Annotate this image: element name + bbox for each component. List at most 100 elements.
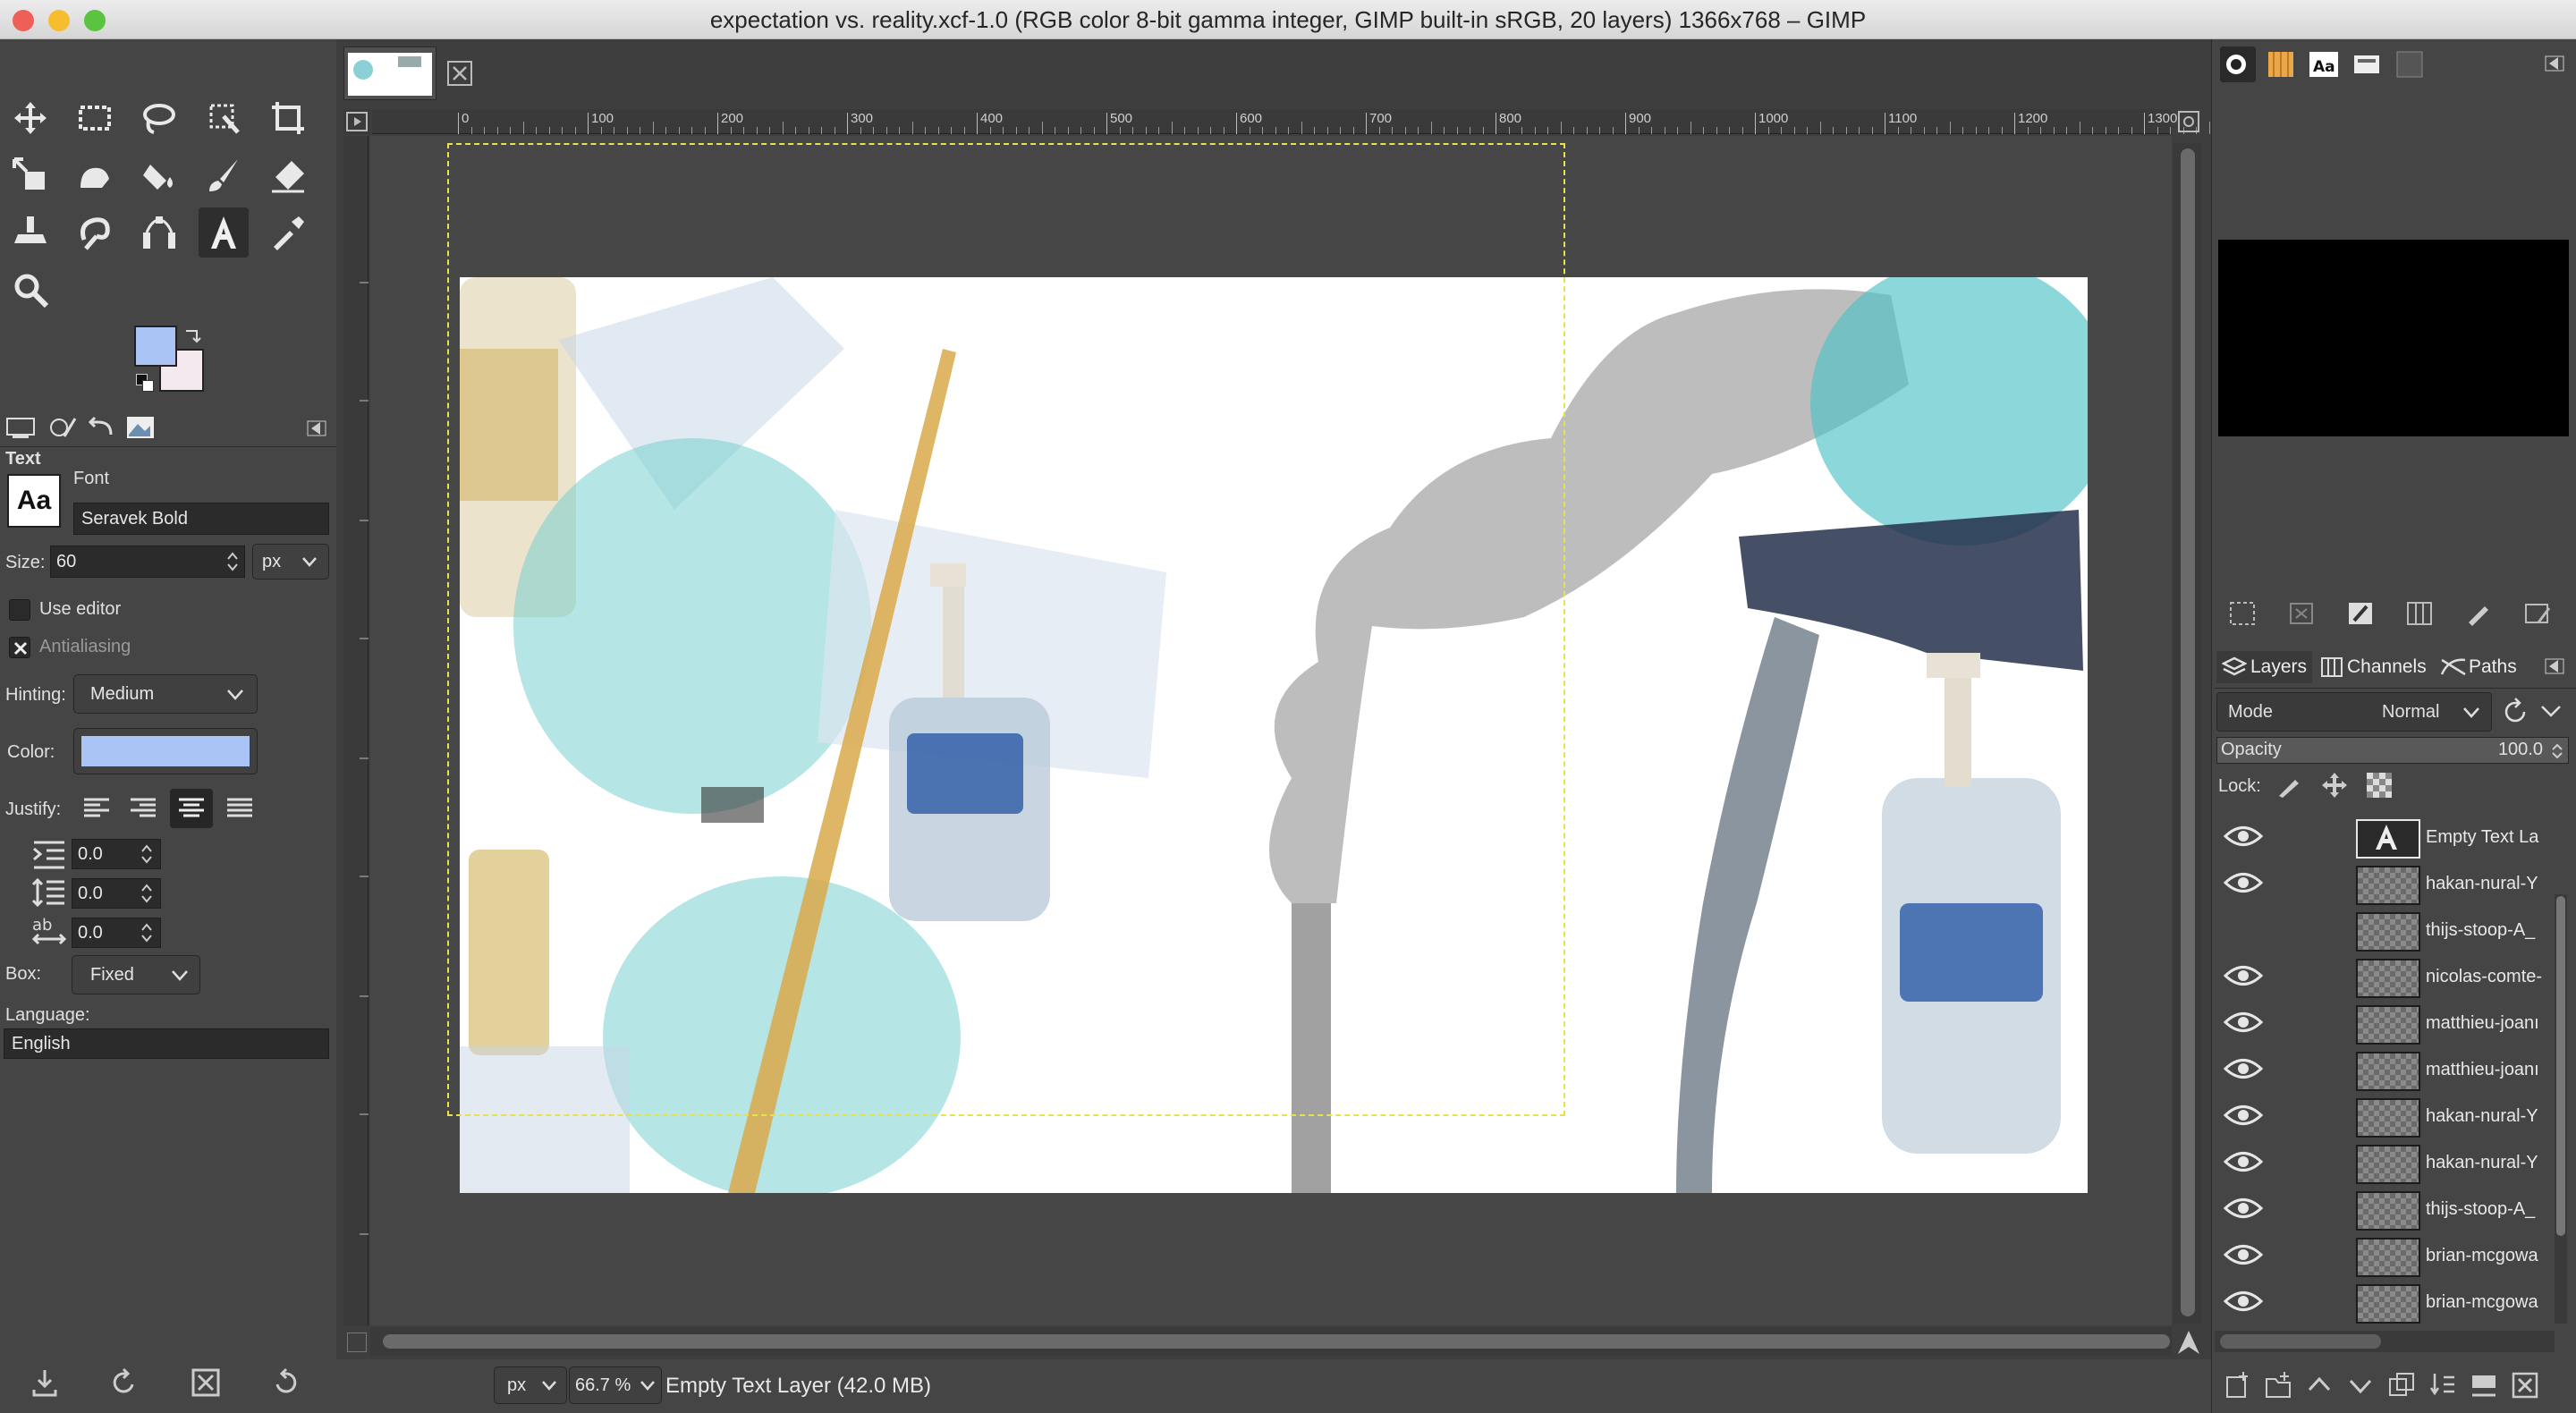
link-layer-toggle[interactable] — [2290, 1288, 2317, 1315]
layer-thumbnail[interactable] — [2356, 959, 2420, 998]
scale-icon[interactable] — [5, 150, 55, 200]
visibility-eye-icon[interactable] — [2223, 1009, 2264, 1040]
layer-thumbnail[interactable] — [2356, 912, 2420, 952]
new-layer-group-icon[interactable] — [2263, 1370, 2293, 1405]
layer-thumbnail[interactable] — [2356, 1005, 2420, 1045]
delete-layer-icon[interactable] — [2510, 1370, 2540, 1405]
layer-name[interactable]: hakan-nural-Y — [2426, 860, 2576, 907]
layer-row[interactable]: brian-mcgowa — [2215, 1232, 2576, 1279]
link-layer-toggle[interactable] — [2290, 916, 2317, 943]
layer-name[interactable]: brian-mcgowa — [2426, 1232, 2576, 1279]
new-layer-icon[interactable] — [2222, 1370, 2252, 1405]
indent-spin-icon[interactable] — [140, 842, 154, 871]
tab-layers[interactable]: Layers — [2216, 651, 2313, 683]
swap-colors-icon[interactable] — [182, 326, 202, 345]
zoom-dropdown[interactable]: 66.7 % — [569, 1366, 662, 1404]
quick-mask-icon[interactable] — [343, 109, 370, 134]
reset-options-icon[interactable] — [270, 1366, 302, 1403]
default-colors-icon[interactable] — [136, 374, 154, 392]
warp-icon[interactable] — [70, 150, 120, 200]
lock-alpha-icon[interactable] — [2365, 771, 2394, 804]
link-layer-toggle[interactable] — [2290, 1102, 2317, 1129]
zoom-icon[interactable] — [5, 265, 55, 315]
visibility-eye-icon[interactable] — [2223, 1288, 2264, 1319]
paint-brush-icon[interactable] — [2463, 599, 2494, 632]
color-picker-icon[interactable] — [263, 207, 313, 258]
patterns-tab-icon[interactable] — [2263, 47, 2299, 82]
lock-pixels-icon[interactable] — [2275, 771, 2304, 804]
layer-row[interactable]: Empty Text La — [2215, 814, 2576, 860]
layer-row[interactable]: thijs-stoop-A_ — [2215, 1186, 2576, 1232]
text-color-button[interactable] — [73, 728, 258, 774]
link-layer-toggle[interactable] — [2290, 1195, 2317, 1222]
document-history-tab-icon[interactable] — [2349, 47, 2385, 82]
foreground-color-swatch[interactable] — [134, 326, 177, 367]
raise-layer-icon[interactable] — [2304, 1370, 2334, 1405]
layer-name[interactable]: hakan-nural-Y — [2426, 1093, 2576, 1139]
vertical-ruler[interactable] — [343, 136, 369, 1325]
language-field[interactable]: English — [4, 1028, 329, 1059]
size-field[interactable]: 60 — [50, 546, 245, 578]
rect-select-icon[interactable] — [70, 93, 120, 143]
letter-spacing-spin-icon[interactable] — [140, 920, 154, 950]
fuzzy-select-icon[interactable] — [199, 93, 249, 143]
zoom-to-fit-icon[interactable] — [2175, 109, 2202, 134]
tab-channels[interactable]: Channels — [2315, 651, 2432, 683]
link-layer-toggle[interactable] — [2290, 1009, 2317, 1036]
configure-tab-icon[interactable] — [306, 420, 327, 436]
visibility-eye-icon[interactable] — [2223, 962, 2264, 994]
box-dropdown[interactable]: Fixed — [72, 955, 200, 994]
layer-row[interactable]: matthieu-joanı — [2215, 1046, 2576, 1093]
fonts-tab-icon[interactable]: Aa — [2306, 47, 2342, 82]
layers-scrollbar[interactable] — [2555, 894, 2567, 1324]
layer-name[interactable]: nicolas-comte- — [2426, 953, 2576, 1000]
configure-brushes-tab-icon[interactable] — [2544, 55, 2565, 76]
restore-options-icon[interactable] — [107, 1366, 140, 1403]
columns-icon[interactable] — [2404, 599, 2435, 632]
text-layer-boundary[interactable] — [447, 143, 1565, 1116]
smudge-icon[interactable] — [70, 207, 120, 258]
mode-reset-dropdown[interactable] — [2496, 694, 2569, 730]
selection-icon[interactable] — [2227, 599, 2258, 632]
hinting-dropdown[interactable]: Medium — [73, 674, 258, 714]
layer-name[interactable]: matthieu-joanı — [2426, 1000, 2576, 1046]
layer-thumbnail[interactable] — [2356, 1145, 2420, 1184]
visibility-eye-icon[interactable] — [2224, 916, 2263, 943]
vertical-scrollbar[interactable] — [2174, 143, 2202, 1324]
mode-dropdown[interactable]: Mode Normal — [2216, 692, 2492, 732]
use-editor-checkbox[interactable] — [9, 599, 30, 621]
layer-row[interactable]: hakan-nural-Y — [2215, 1093, 2576, 1139]
link-layer-toggle[interactable] — [2290, 823, 2317, 850]
layer-row[interactable]: nicolas-comte- — [2215, 953, 2576, 1000]
paintbrush-icon[interactable] — [199, 150, 249, 200]
layer-row[interactable]: matthieu-joanı — [2215, 1000, 2576, 1046]
layer-name[interactable]: thijs-stoop-A_ — [2426, 907, 2576, 953]
layer-row[interactable]: thijs-stoop-A_ — [2215, 907, 2576, 953]
layer-name[interactable]: brian-mcgowa — [2426, 1279, 2576, 1325]
layer-thumbnail[interactable] — [2356, 1238, 2420, 1277]
lock-position-icon[interactable] — [2320, 771, 2349, 804]
brushes-tab-icon[interactable] — [2220, 47, 2256, 82]
justify-left-icon[interactable] — [77, 789, 116, 828]
justify-right-icon[interactable] — [123, 789, 163, 828]
delete-options-icon[interactable] — [190, 1366, 222, 1403]
justify-center-icon[interactable] — [170, 789, 213, 828]
visibility-eye-icon[interactable] — [2223, 1055, 2264, 1087]
refresh-brushes-icon[interactable] — [2522, 599, 2553, 632]
font-preview-icon[interactable]: Aa — [7, 474, 61, 528]
merge-layer-icon[interactable] — [2428, 1370, 2458, 1405]
layer-name[interactable]: matthieu-joanı — [2426, 1046, 2576, 1093]
layer-row[interactable]: hakan-nural-Y — [2215, 860, 2576, 907]
layer-name[interactable]: thijs-stoop-A_ — [2426, 1186, 2576, 1232]
justify-fill-icon[interactable] — [220, 789, 259, 828]
layer-thumbnail[interactable] — [2356, 866, 2420, 905]
layer-name[interactable]: hakan-nural-Y — [2426, 1139, 2576, 1186]
close-image-icon[interactable] — [445, 59, 474, 88]
link-layer-toggle[interactable] — [2290, 1241, 2317, 1268]
crop-icon[interactable] — [263, 93, 313, 143]
layer-thumbnail[interactable] — [2356, 1284, 2420, 1324]
link-layer-toggle[interactable] — [2290, 1148, 2317, 1175]
bucket-fill-icon[interactable] — [134, 150, 184, 200]
visibility-eye-icon[interactable] — [2223, 1102, 2264, 1133]
anchor-layer-icon[interactable] — [2469, 1370, 2499, 1405]
